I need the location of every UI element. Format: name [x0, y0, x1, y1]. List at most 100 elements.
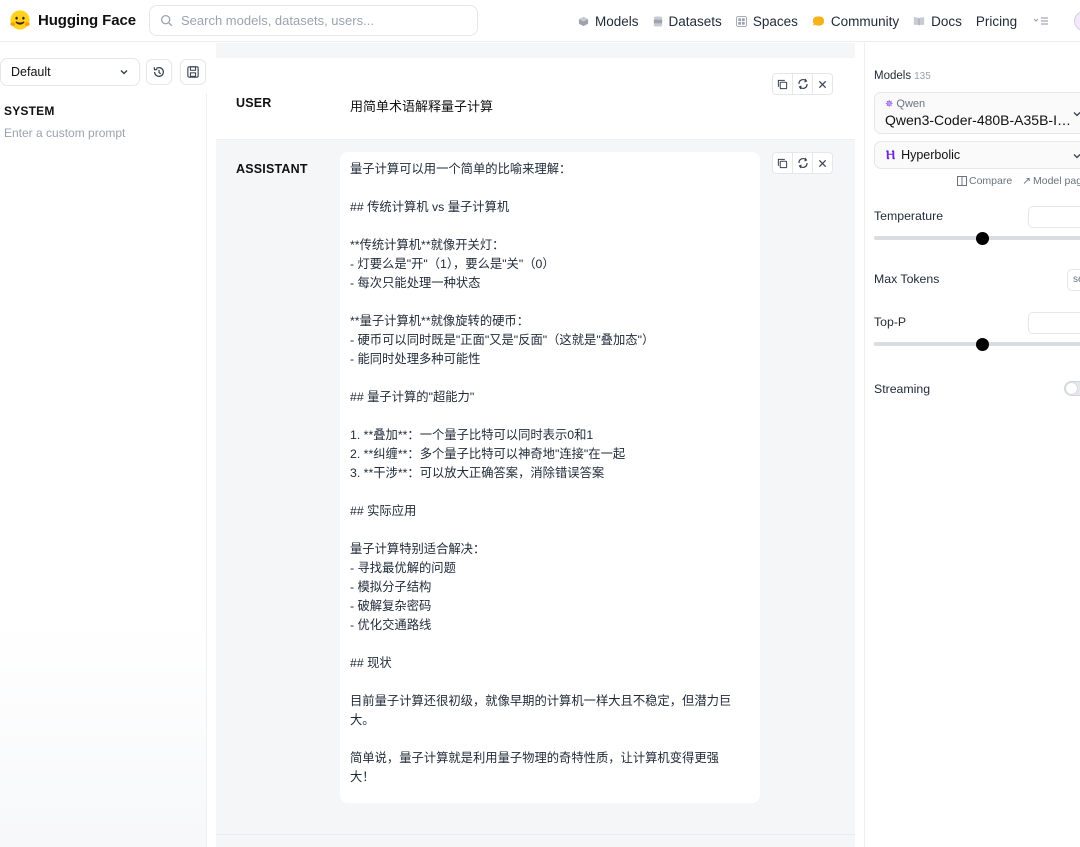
hyperbolic-icon: Ⲏ: [886, 147, 896, 162]
chevron-down-icon: [120, 70, 128, 75]
message-line: - 硬币可以同时既是"正面"又是"反面"（这就是"叠加态"）: [350, 333, 655, 347]
streaming-toggle[interactable]: [1064, 381, 1080, 396]
nav-pricing[interactable]: Pricing: [976, 14, 1017, 29]
nav-datasets-label: Datasets: [668, 13, 722, 29]
spaces-icon: [735, 15, 747, 27]
delete-message-button[interactable]: [812, 73, 833, 95]
system-prompt-panel[interactable]: SYSTEM Enter a custom prompt: [0, 93, 207, 847]
message-line: - 优化交通路线: [350, 618, 432, 632]
left-sidebar: Default SYSTEM Enter a custom prompt: [0, 43, 208, 847]
more-menu-icon[interactable]: [1033, 16, 1049, 26]
message-line: 2. **纠缠**：多个量子比特可以神奇地"连接"在一起: [350, 447, 626, 461]
message-line: 量子计算特别适合解决：: [350, 542, 486, 556]
models-heading: Models 135: [874, 70, 931, 82]
nav-docs[interactable]: Docs: [913, 14, 962, 29]
model-org: ✵ Qwen: [885, 98, 925, 110]
history-button[interactable]: [146, 59, 172, 85]
assistant-message-actions: [772, 152, 833, 174]
message-line: - 能同时处理多种可能性: [350, 352, 481, 366]
models-icon: [578, 16, 589, 27]
chevron-down-icon: [1073, 154, 1080, 159]
model-name: Qwen3-Coder-480B-A35B-Instruct: [885, 112, 1077, 128]
logo-text: Hugging Face: [38, 11, 136, 29]
model-links: Compare ↗ Model page: [957, 175, 1080, 187]
models-label: Models: [874, 70, 912, 82]
provider-select[interactable]: Ⲏ Hyperbolic: [874, 141, 1080, 169]
message-line: - 每次只能处理一种状态: [350, 276, 481, 290]
top-p-slider-thumb[interactable]: [976, 338, 989, 351]
history-icon: [153, 67, 164, 77]
copy-button[interactable]: [772, 73, 793, 95]
community-icon: [812, 15, 825, 27]
model-page-label: Model page: [1033, 175, 1080, 187]
message-line: - 破解复杂密码: [350, 599, 432, 613]
message-line: 大！: [350, 770, 375, 784]
compare-link[interactable]: Compare: [957, 175, 1012, 187]
model-org-name: Qwen: [896, 98, 926, 110]
temperature-label: Temperature: [874, 209, 944, 223]
regenerate-icon: [797, 157, 808, 169]
nav-datasets[interactable]: Datasets: [653, 14, 722, 29]
regenerate-icon: [797, 78, 808, 90]
message-line: 1. **叠加**：一个量子比特可以同时表示0和1: [350, 428, 594, 442]
assistant-message-text[interactable]: 量子计算可以用一个简单的比喻来理解： ## 传统计算机 vs 量子计算机 **传统计…: [340, 152, 760, 803]
top-navbar: Hugging Face Models Datasets Spaces: [0, 0, 1080, 42]
top-p-input[interactable]: [1028, 312, 1080, 334]
model-page-link[interactable]: ↗ Model page: [1022, 175, 1080, 187]
save-button[interactable]: [180, 59, 206, 85]
search-icon: [160, 14, 173, 27]
regenerate-button[interactable]: [792, 152, 813, 174]
assistant-message: ASSISTANT 量子计算可以用一个简单的比喻来理解： ## 传统计算机 vs …: [216, 140, 855, 835]
user-message-text[interactable]: 用简单术语解释量子计算: [350, 96, 493, 115]
search-input[interactable]: [181, 13, 461, 28]
nav-community[interactable]: Community: [812, 14, 899, 29]
hugging-face-logo-icon: [10, 10, 30, 30]
streaming-label: Streaming: [874, 382, 931, 396]
user-avatar[interactable]: [1074, 11, 1080, 31]
chat-area: USER 用简单术语解释量子计算 ASSISTANT 量子计算可以用一个简单的比…: [216, 43, 855, 847]
user-role-label: USER: [236, 96, 272, 110]
nav-spaces[interactable]: Spaces: [735, 14, 798, 29]
docs-icon: [913, 16, 925, 26]
message-line: 量子计算可以用一个简单的比喻来理解：: [350, 162, 572, 176]
message-line: ## 量子计算的"超能力": [350, 390, 475, 404]
chevron-down-icon: [1073, 112, 1080, 117]
streaming-toggle-knob: [1066, 383, 1077, 394]
message-line: - 灯要么是"开"（1），要么是"关"（0）: [350, 257, 555, 271]
regenerate-button[interactable]: [792, 73, 813, 95]
user-message: USER 用简单术语解释量子计算: [216, 58, 855, 140]
model-select[interactable]: ✵ Qwen Qwen3-Coder-480B-A35B-Instruct: [874, 92, 1080, 134]
system-title: SYSTEM: [4, 104, 55, 118]
delete-message-button[interactable]: [812, 152, 833, 174]
message-line: **量子计算机**就像旋转的硬币：: [350, 314, 530, 328]
preset-select-value: Default: [11, 65, 51, 79]
message-line: 大。: [350, 713, 375, 727]
copy-button[interactable]: [772, 152, 793, 174]
message-line: 目前量子计算还很初级，就像早期的计算机一样大且不稳定，但潜力巨: [350, 694, 732, 708]
nav-models[interactable]: Models: [578, 14, 639, 29]
nav-docs-label: Docs: [931, 13, 962, 29]
max-tokens-label: Max Tokens: [874, 272, 940, 286]
message-line: ## 传统计算机 vs 量子计算机: [350, 200, 510, 214]
system-prompt-input[interactable]: Enter a custom prompt: [4, 126, 125, 140]
temperature-input[interactable]: [1028, 206, 1080, 228]
logo-link[interactable]: Hugging Face: [9, 9, 136, 31]
max-tokens-select[interactable]: se: [1067, 269, 1080, 291]
provider-name: Hyperbolic: [901, 148, 961, 162]
copy-icon: [777, 158, 788, 168]
nav-pricing-label: Pricing: [975, 13, 1018, 29]
compare-label: Compare: [969, 175, 1013, 187]
save-icon: [187, 66, 199, 78]
search-box[interactable]: [149, 5, 478, 36]
temperature-slider-thumb[interactable]: [976, 232, 989, 245]
prompt-preset-select[interactable]: Default: [0, 58, 140, 86]
models-count: 135: [914, 71, 931, 82]
